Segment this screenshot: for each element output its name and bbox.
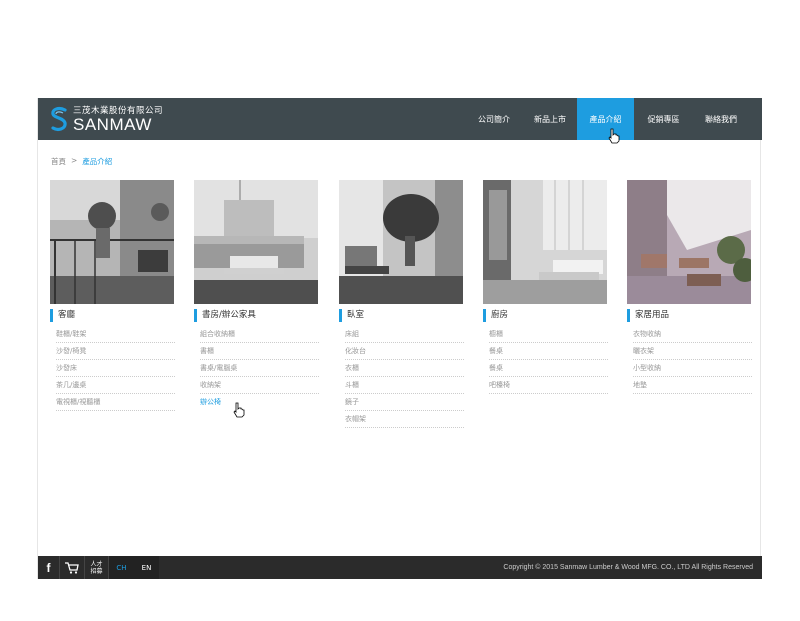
subcategory-link[interactable]: 茶几/邊桌 — [56, 377, 175, 394]
breadcrumb-home[interactable]: 首頁 — [51, 156, 66, 167]
subcategory-link[interactable]: 化妝台 — [345, 343, 464, 360]
nav-new-products[interactable]: 新品上市 — [523, 98, 577, 140]
sanmaw-s-logo-icon — [51, 107, 67, 131]
subcategory-link[interactable]: 收納架 — [200, 377, 319, 394]
main-nav: 公司簡介 新品上市 產品介紹 促銷專區 聯絡我們 — [465, 98, 749, 140]
careers-label-line1: 人才 — [90, 560, 103, 568]
site-footer: f 人才 招募 CH EN Copyright © 2015 Sanmaw Lu… — [38, 556, 762, 579]
nav-contact[interactable]: 聯絡我們 — [693, 98, 749, 140]
subcategory-link[interactable]: 餐桌 — [489, 343, 608, 360]
category-kitchen: 廚房 櫥櫃 餐桌 餐桌 吧檯椅 — [483, 180, 608, 394]
subcategory-link[interactable]: 地墊 — [633, 377, 752, 394]
subcategory-link[interactable]: 鏡子 — [345, 394, 464, 411]
subcategory-list: 床組 化妝台 衣櫃 斗櫃 鏡子 衣帽架 — [339, 326, 464, 428]
category-study-office: 書房/辦公家具 組合收納櫃 書櫃 書桌/電腦桌 收納架 辦公椅 — [194, 180, 319, 411]
nav-products-label: 產品介紹 — [589, 114, 622, 124]
subcategory-link[interactable]: 沙發床 — [56, 360, 175, 377]
subcategory-link[interactable]: 櫥櫃 — [489, 326, 608, 343]
subcategory-list: 衣物收納 曬衣架 小型收納 地墊 — [627, 326, 752, 394]
page-frame: 三茂木業股份有限公司 SANMAW 公司簡介 新品上市 產品介紹 促銷專區 聯絡… — [37, 98, 762, 579]
subcategory-link[interactable]: 餐桌 — [489, 360, 608, 377]
subcategory-link[interactable]: 書桌/電腦桌 — [200, 360, 319, 377]
category-title[interactable]: 書房/辦公家具 — [194, 309, 319, 322]
subcategory-list: 鞋櫃/鞋架 沙發/椅凳 沙發床 茶几/邊桌 電視櫃/視聽櫃 — [50, 326, 175, 411]
category-living-room: 客廳 鞋櫃/鞋架 沙發/椅凳 沙發床 茶几/邊桌 電視櫃/視聽櫃 — [50, 180, 175, 411]
hand-cursor-icon — [608, 128, 620, 144]
careers-label-line2: 招募 — [90, 567, 103, 575]
subcategory-link[interactable]: 衣物收納 — [633, 326, 752, 343]
subcategory-list: 組合收納櫃 書櫃 書桌/電腦桌 收納架 辦公椅 — [194, 326, 319, 411]
copyright-text: Copyright © 2015 Sanmaw Lumber & Wood MF… — [503, 564, 753, 571]
subcategory-link[interactable]: 吧檯椅 — [489, 377, 608, 394]
careers-button[interactable]: 人才 招募 — [85, 556, 109, 579]
subcategory-link[interactable]: 電視櫃/視聽櫃 — [56, 394, 175, 411]
category-title[interactable]: 廚房 — [483, 309, 608, 322]
subcategory-link[interactable]: 曬衣架 — [633, 343, 752, 360]
category-grid: 客廳 鞋櫃/鞋架 沙發/椅凳 沙發床 茶几/邊桌 電視櫃/視聽櫃 書房/辦公家具… — [50, 180, 754, 440]
subcategory-link[interactable]: 小型收納 — [633, 360, 752, 377]
shopping-cart-button[interactable] — [60, 556, 85, 579]
bedroom-photo[interactable] — [339, 180, 463, 304]
study-office-photo[interactable] — [194, 180, 318, 304]
subcategory-link[interactable]: 床組 — [345, 326, 464, 343]
subcategory-link[interactable]: 衣帽架 — [345, 411, 464, 428]
category-title[interactable]: 家居用品 — [627, 309, 752, 322]
nav-promotions[interactable]: 促銷專區 — [634, 98, 693, 140]
kitchen-photo[interactable] — [483, 180, 607, 304]
facebook-icon[interactable]: f — [38, 556, 60, 579]
subcategory-link[interactable]: 沙發/椅凳 — [56, 343, 175, 360]
breadcrumb-current: 產品介紹 — [82, 157, 113, 166]
nav-products[interactable]: 產品介紹 — [577, 98, 634, 140]
logo-english-name: SANMAW — [73, 114, 152, 134]
language-ch-button[interactable]: CH — [109, 556, 134, 579]
breadcrumb-separator: > — [71, 156, 78, 165]
subcategory-link[interactable]: 書櫃 — [200, 343, 319, 360]
site-header: 三茂木業股份有限公司 SANMAW 公司簡介 新品上市 產品介紹 促銷專區 聯絡… — [38, 98, 762, 140]
category-title[interactable]: 臥室 — [339, 309, 464, 322]
category-title[interactable]: 客廳 — [50, 309, 175, 322]
logo-chinese-name: 三茂木業股份有限公司 — [73, 105, 164, 116]
living-room-photo[interactable] — [50, 180, 174, 304]
hand-cursor-icon — [233, 402, 245, 418]
subcategory-list: 櫥櫃 餐桌 餐桌 吧檯椅 — [483, 326, 608, 394]
language-en-button[interactable]: EN — [134, 556, 159, 579]
subcategory-link[interactable]: 斗櫃 — [345, 377, 464, 394]
shopping-cart-icon — [65, 561, 79, 574]
subcategory-link-hovered[interactable]: 辦公椅 — [200, 394, 319, 411]
subcategory-link[interactable]: 組合收納櫃 — [200, 326, 319, 343]
home-goods-photo[interactable] — [627, 180, 751, 304]
site-logo[interactable]: 三茂木業股份有限公司 SANMAW — [50, 104, 163, 134]
subcategory-link[interactable]: 鞋櫃/鞋架 — [56, 326, 175, 343]
category-bedroom: 臥室 床組 化妝台 衣櫃 斗櫃 鏡子 衣帽架 — [339, 180, 464, 428]
subcategory-link[interactable]: 衣櫃 — [345, 360, 464, 377]
nav-about[interactable]: 公司簡介 — [465, 98, 523, 140]
category-home-goods: 家居用品 衣物收納 曬衣架 小型收納 地墊 — [627, 180, 752, 394]
breadcrumb: 首頁 > 產品介紹 — [51, 156, 112, 167]
